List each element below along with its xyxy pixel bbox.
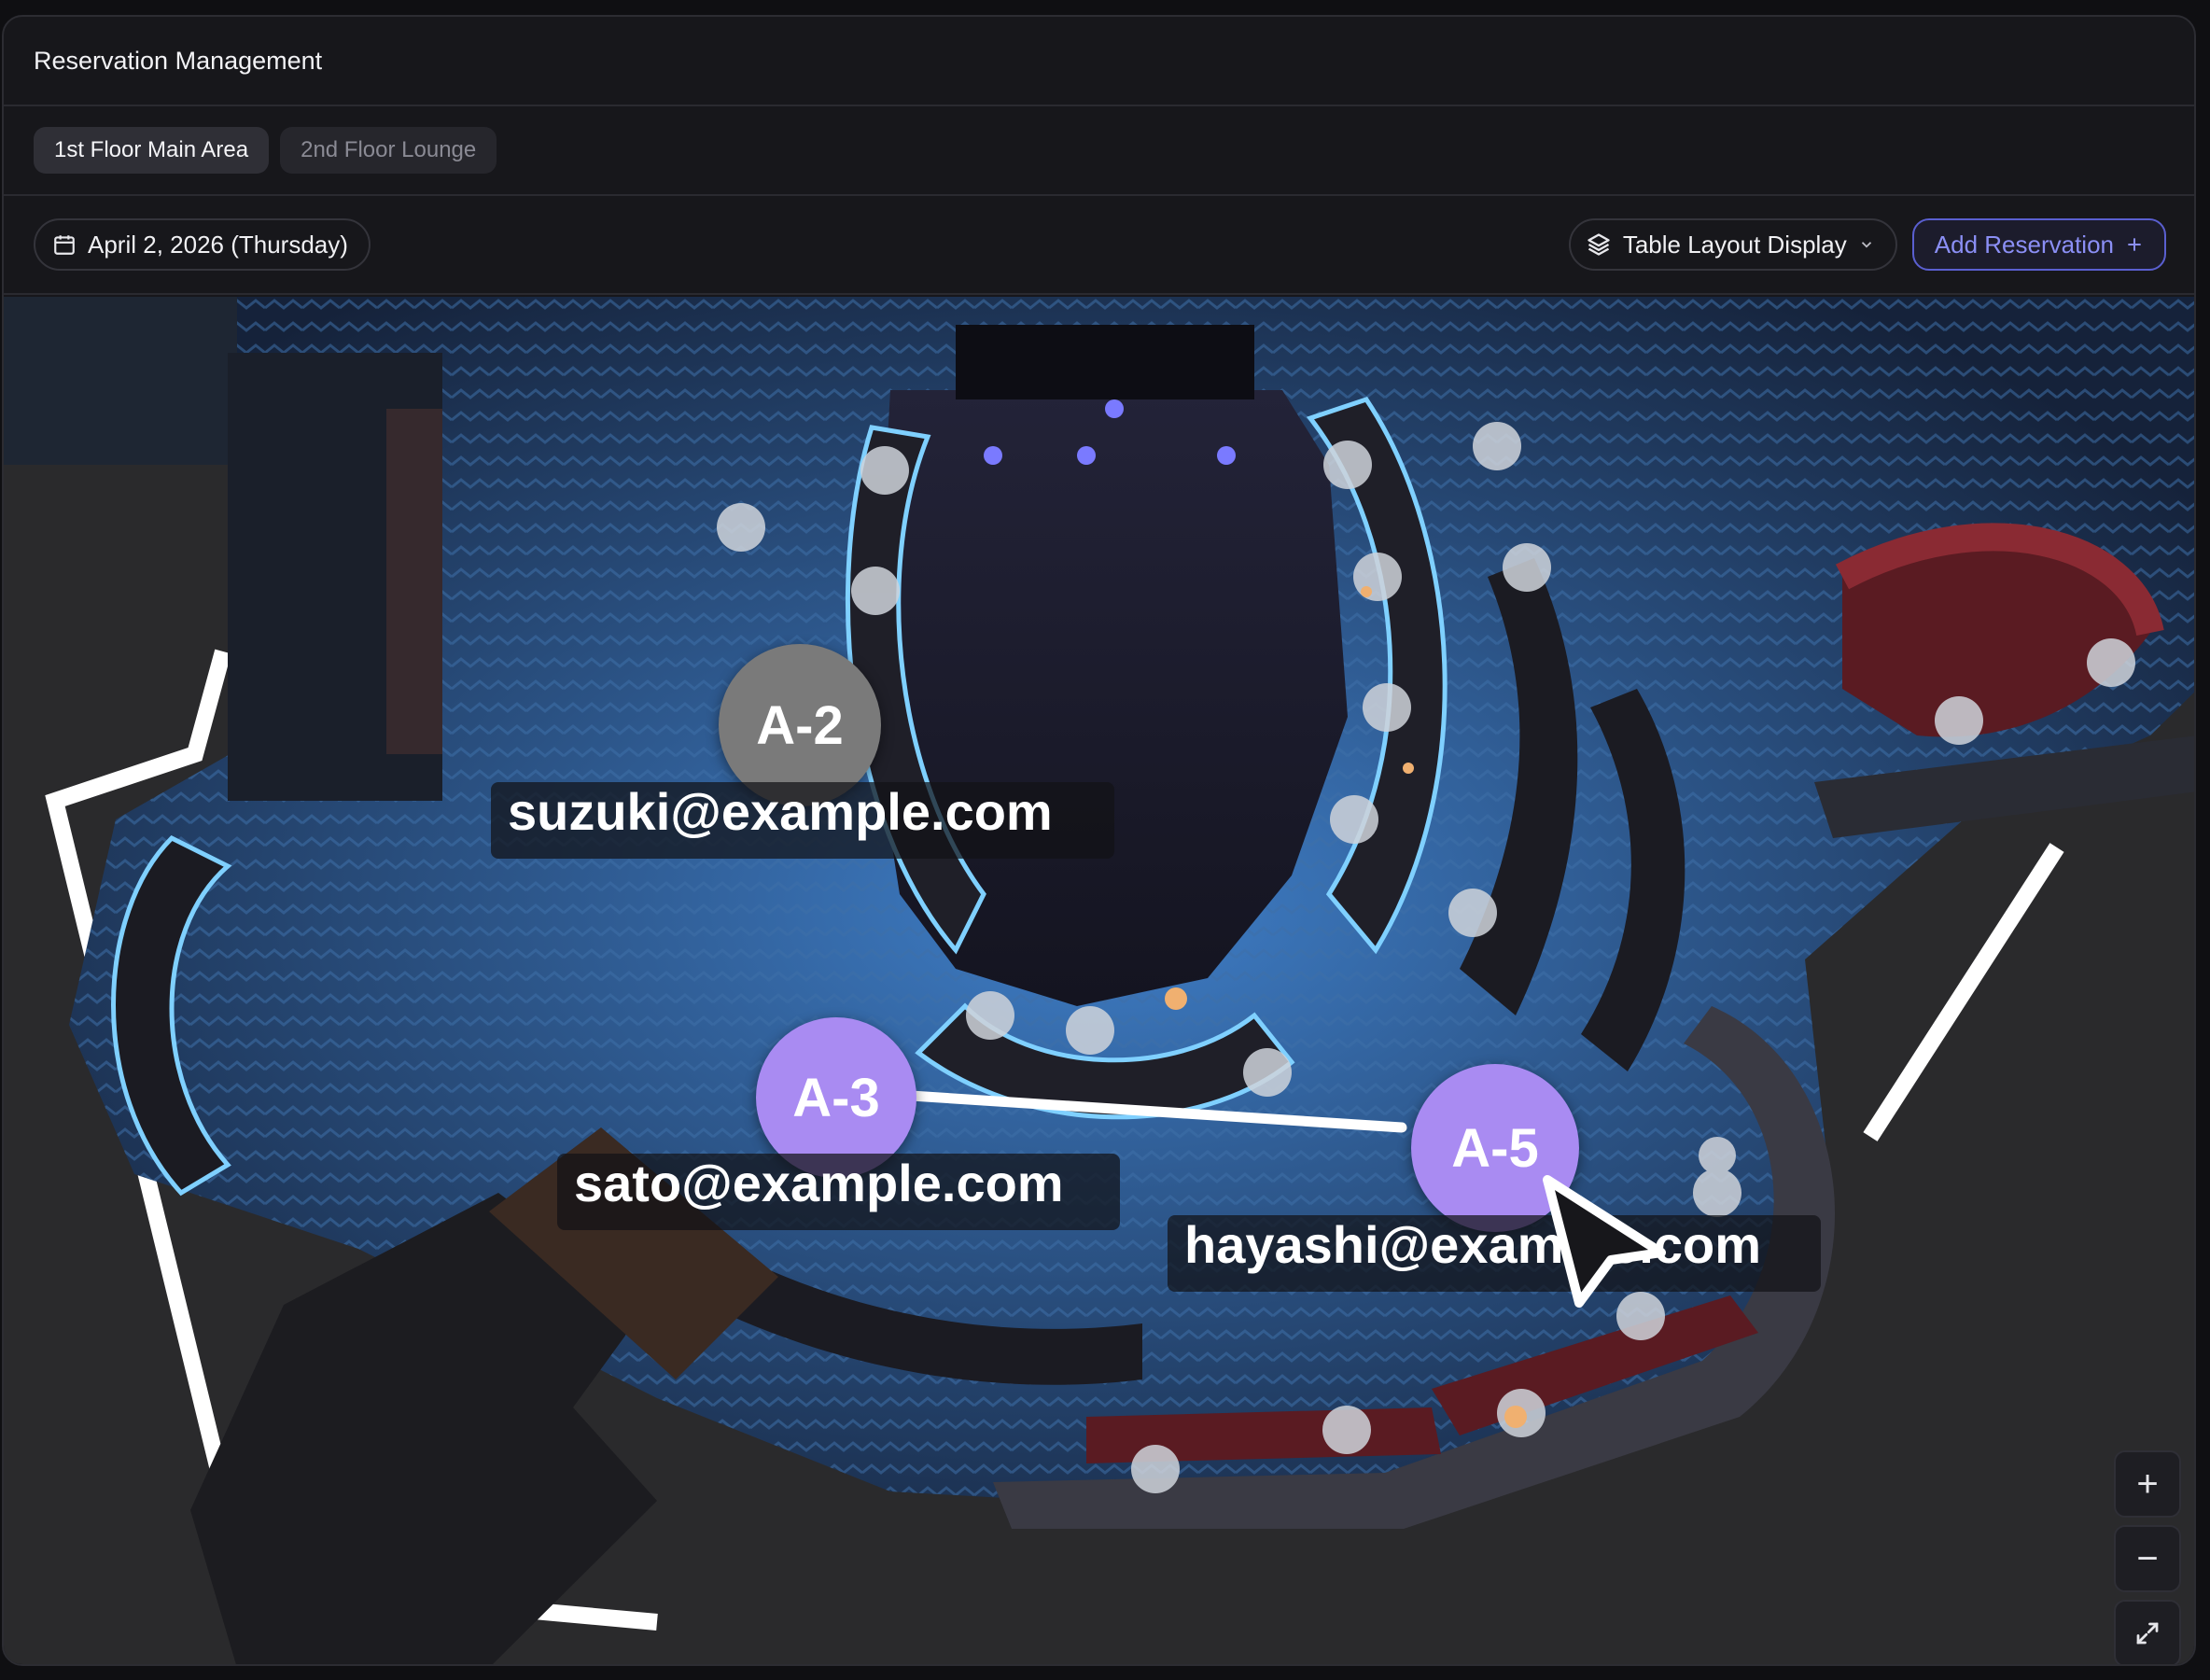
minus-icon: − — [2136, 1537, 2159, 1579]
table-id-a3: A-3 — [792, 1067, 880, 1128]
table-label-a2: suzuki@example.com — [491, 782, 1114, 859]
floor-tabs: 1st Floor Main Area 2nd Floor Lounge — [4, 106, 2194, 196]
layout-display-select[interactable]: Table Layout Display — [1568, 218, 1897, 271]
table-label-a3: sato@example.com — [557, 1154, 1120, 1230]
floor-plan-image — [4, 297, 2194, 1664]
date-picker[interactable]: April 2, 2026 (Thursday) — [34, 218, 371, 271]
toolbar: April 2, 2026 (Thursday) Table Layout Di… — [4, 196, 2194, 295]
calendar-icon — [54, 235, 75, 255]
floor-map[interactable]: A-2 suzuki@example.com A-3 sato@example.… — [4, 297, 2194, 1664]
zoom-in-button[interactable]: + — [2114, 1450, 2181, 1518]
table-label-a5: hayashi@example.com — [1168, 1215, 1821, 1292]
expand-icon — [2136, 1622, 2159, 1645]
table-email-a2: suzuki@example.com — [508, 782, 1053, 841]
date-label: April 2, 2026 (Thursday) — [88, 230, 348, 259]
page-title: Reservation Management — [34, 46, 323, 75]
tab-2nd-floor[interactable]: 2nd Floor Lounge — [280, 127, 497, 174]
fit-screen-button[interactable] — [2114, 1600, 2181, 1664]
zoom-out-button[interactable]: − — [2114, 1525, 2181, 1592]
layout-select-label: Table Layout Display — [1622, 230, 1847, 259]
toolbar-actions: Table Layout Display Add Reservation — [1568, 218, 2166, 271]
add-reservation-label: Add Reservation — [1934, 230, 2114, 259]
layers-icon — [1588, 233, 1610, 256]
tab-1st-floor[interactable]: 1st Floor Main Area — [34, 127, 270, 174]
plus-icon: + — [2136, 1463, 2159, 1505]
table-id-a2: A-2 — [756, 694, 844, 756]
reservation-window: Reservation Management 1st Floor Main Ar… — [2, 15, 2196, 1666]
mouse-pointer-icon — [1543, 1175, 1666, 1308]
table-email-a3: sato@example.com — [574, 1154, 1064, 1212]
plus-icon — [2128, 238, 2141, 251]
add-reservation-button[interactable]: Add Reservation — [1911, 218, 2166, 271]
chevron-down-icon — [1861, 242, 1871, 248]
page-header: Reservation Management — [4, 17, 2194, 106]
table-id-a5: A-5 — [1451, 1117, 1539, 1179]
